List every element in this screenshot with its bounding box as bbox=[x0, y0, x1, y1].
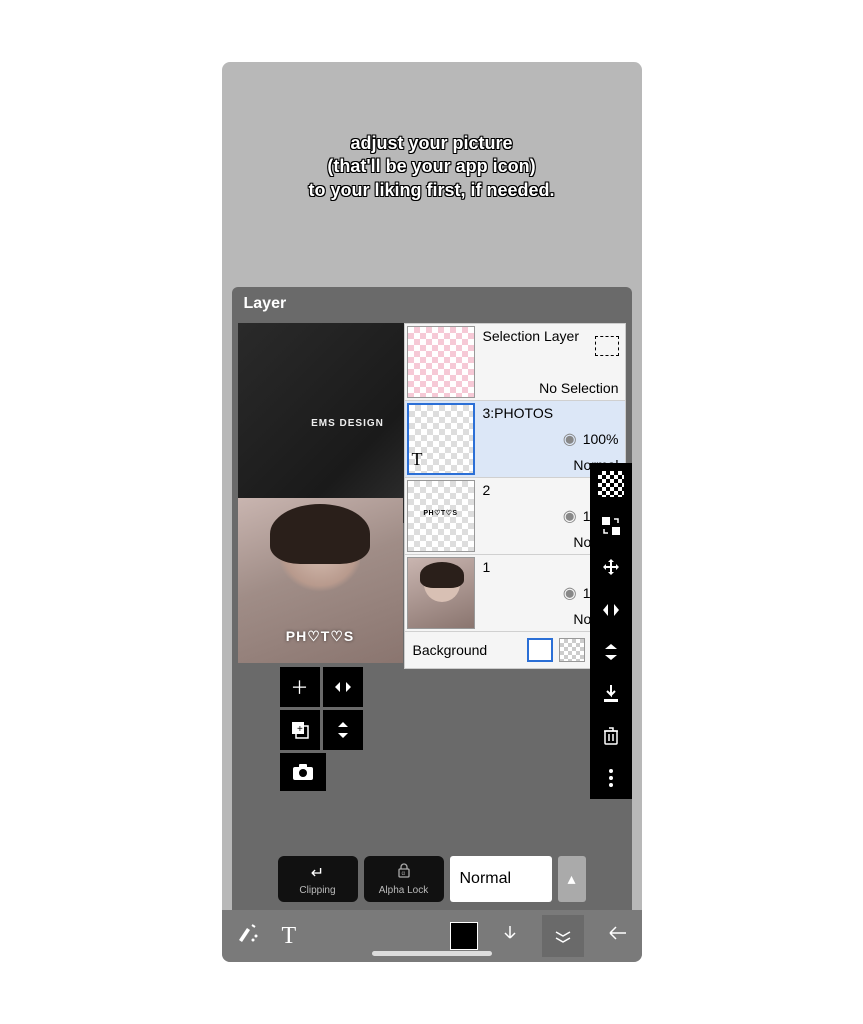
flip-vertical-button[interactable] bbox=[323, 710, 363, 750]
layer-3-thumb: T bbox=[407, 403, 475, 475]
blend-mode-dropdown-arrow[interactable]: ▴ bbox=[558, 856, 586, 902]
svg-text:α: α bbox=[401, 871, 405, 877]
clipping-button[interactable]: ↵ Clipping bbox=[278, 856, 358, 902]
camera-button[interactable] bbox=[280, 753, 326, 791]
layers-panel-toggle[interactable] bbox=[542, 915, 584, 957]
visibility-icon[interactable]: ◉ bbox=[563, 506, 577, 526]
text-tool-icon[interactable]: T bbox=[282, 923, 297, 950]
more-options-button[interactable] bbox=[590, 757, 632, 799]
merge-down-button[interactable] bbox=[590, 673, 632, 715]
back-icon[interactable] bbox=[606, 924, 628, 948]
canvas-photos-label: PH♡T♡S bbox=[286, 628, 354, 645]
canvas-watermark: EMS DESIGN bbox=[311, 418, 384, 429]
add-layer-button[interactable]: ＋ bbox=[280, 667, 320, 707]
background-label: Background bbox=[413, 642, 488, 658]
clipping-label: Clipping bbox=[299, 885, 335, 896]
brush-tool-icon[interactable] bbox=[236, 922, 260, 950]
selection-layer-thumb bbox=[407, 326, 475, 398]
transparency-toggle-icon[interactable] bbox=[598, 471, 624, 497]
blend-mode-value: Normal bbox=[460, 870, 512, 888]
visibility-icon[interactable]: ◉ bbox=[563, 429, 577, 449]
selection-layer-status: No Selection bbox=[483, 380, 619, 396]
blend-mode-select[interactable]: Normal bbox=[450, 856, 552, 902]
swap-layers-button[interactable] bbox=[590, 505, 632, 547]
selection-marquee-icon bbox=[595, 336, 619, 356]
lock-icon: α bbox=[397, 862, 411, 883]
layer-3-opacity: 100% bbox=[583, 431, 619, 447]
selection-layer-row[interactable]: Selection Layer No Selection bbox=[405, 324, 625, 401]
flip-horizontal-tool-button[interactable] bbox=[590, 589, 632, 631]
flip-vertical-tool-button[interactable] bbox=[590, 631, 632, 673]
canvas-area[interactable]: EMS DESIGN PH♡T♡S ＋ + bbox=[232, 323, 632, 852]
alpha-lock-label: Alpha Lock bbox=[379, 885, 428, 896]
canvas-tool-cluster: ＋ + bbox=[280, 667, 363, 750]
layer-3-thumb-label: T bbox=[412, 449, 423, 470]
move-tool-button[interactable] bbox=[590, 547, 632, 589]
layer-2-thumb: PH♡T♡S bbox=[407, 480, 475, 552]
flip-horizontal-button[interactable] bbox=[323, 667, 363, 707]
duplicate-layer-button[interactable]: + bbox=[280, 710, 320, 750]
clipping-icon: ↵ bbox=[311, 863, 324, 883]
background-white-swatch[interactable] bbox=[527, 638, 553, 662]
alpha-lock-button[interactable]: α Alpha Lock bbox=[364, 856, 444, 902]
background-transparent-swatch[interactable] bbox=[559, 638, 585, 662]
layer-2-thumb-label: PH♡T♡S bbox=[423, 509, 457, 517]
bottom-toolbar: T bbox=[222, 910, 642, 962]
instruction-line-3: to your liking first, if needed. bbox=[242, 179, 622, 202]
svg-text:+: + bbox=[297, 724, 303, 735]
instruction-line-1: adjust your picture bbox=[242, 132, 622, 155]
delete-layer-button[interactable] bbox=[590, 715, 632, 757]
instruction-line-2: (that'll be your app icon) bbox=[242, 155, 622, 178]
instruction-text: adjust your picture (that'll be your app… bbox=[222, 132, 642, 202]
home-indicator[interactable] bbox=[372, 951, 492, 956]
layer-3-name: 3:PHOTOS bbox=[483, 405, 619, 421]
phone-frame: adjust your picture (that'll be your app… bbox=[222, 62, 642, 962]
canvas-foreground-photo[interactable]: PH♡T♡S bbox=[238, 498, 403, 663]
right-toolbar bbox=[590, 463, 632, 799]
collapse-icon[interactable] bbox=[500, 923, 520, 949]
app-area: Layer EMS DESIGN PH♡T♡S ＋ + bbox=[232, 287, 632, 962]
layer-1-thumb bbox=[407, 557, 475, 629]
layer-controls-row: ↵ Clipping α Alpha Lock Normal ▴ bbox=[232, 852, 632, 906]
layer-panel-title: Layer bbox=[232, 287, 632, 321]
color-swatch-button[interactable] bbox=[450, 922, 478, 950]
visibility-icon[interactable]: ◉ bbox=[563, 583, 577, 603]
